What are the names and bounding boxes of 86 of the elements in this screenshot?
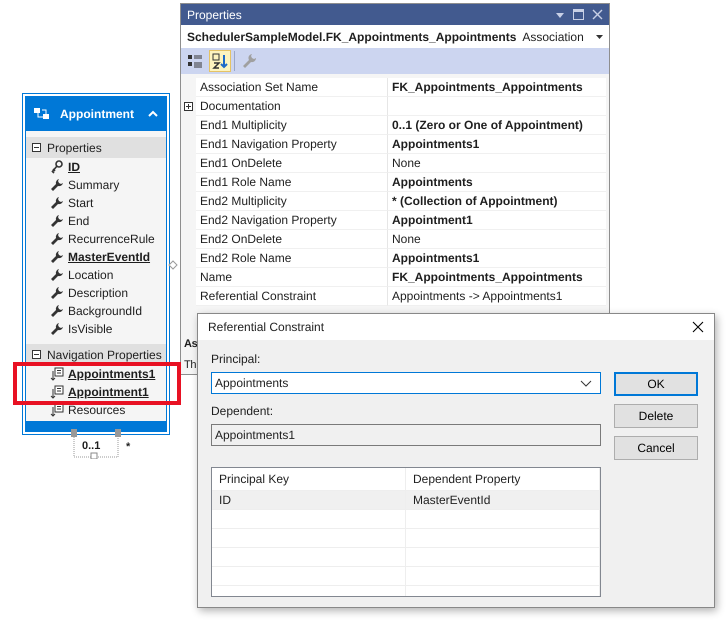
property-label: Name — [200, 269, 232, 286]
principal-dropdown[interactable]: Appointments — [211, 372, 601, 394]
navigation-property-icon — [50, 385, 64, 399]
property-label: End1 OnDelete — [200, 155, 282, 172]
property-name[interactable]: End — [68, 212, 90, 230]
property-label: End1 Navigation Property — [200, 136, 337, 153]
wrench-icon — [50, 250, 64, 264]
property-name[interactable]: IsVisible — [68, 320, 112, 338]
dialog-title: Referential Constraint — [208, 319, 324, 336]
object-selector[interactable]: SchedulerSampleModel.FK_Appointments_Appointments Association — [181, 25, 609, 48]
wrench-icon — [50, 214, 64, 228]
empty-table-cell[interactable] — [212, 567, 406, 586]
table-cell-text: ID — [219, 492, 231, 509]
empty-table-cell[interactable] — [406, 529, 600, 548]
property-label: Association Set Name — [200, 79, 318, 96]
dialog-button[interactable]: Cancel — [614, 436, 698, 460]
property-label: Documentation — [200, 98, 281, 115]
property-name[interactable]: Description — [68, 284, 128, 302]
field-label: Dependent: — [211, 403, 274, 420]
property-label: End1 Role Name — [200, 174, 292, 191]
collapse-box-icon[interactable] — [32, 143, 41, 152]
wrench-icon — [50, 286, 64, 300]
wrench-icon — [50, 178, 64, 192]
property-label: End2 OnDelete — [200, 231, 282, 248]
property-name[interactable]: ID — [68, 158, 80, 176]
mapping-table[interactable]: Principal Key Dependent Property ID MasterEventId — [211, 467, 601, 597]
property-name[interactable]: Start — [68, 194, 94, 212]
property-value[interactable]: None — [392, 154, 421, 172]
object-name: SchedulerSampleModel.FK_Appointments_Appointments — [187, 28, 516, 46]
property-name[interactable]: Appointment1 — [68, 383, 149, 401]
empty-table-cell[interactable] — [212, 510, 406, 529]
property-name[interactable]: RecurrenceRule — [68, 230, 155, 248]
dropdown-icon[interactable] — [596, 34, 603, 38]
wrench-icon — [50, 268, 64, 282]
table-row[interactable]: ID MasterEventId — [212, 491, 600, 510]
description-title: As — [184, 337, 198, 352]
collapse-box-icon[interactable] — [32, 350, 41, 359]
sort-alphabetical-icon[interactable] — [212, 53, 228, 69]
entity-box[interactable]: Appointment Properties ID Summary Start End RecurrenceRule MasterEventId Location Description BackgroundId IsVisible Navigation Properties Appointments1 Appointment1 Resources — [22, 93, 170, 435]
entity-icon — [34, 107, 50, 121]
dependent-field[interactable]: Appointments1 — [211, 424, 601, 446]
key-icon — [50, 160, 64, 174]
close-icon[interactable] — [692, 321, 704, 333]
property-label: End2 Multiplicity — [200, 193, 287, 210]
navigation-property-icon — [50, 403, 64, 417]
wrench-icon — [50, 232, 64, 246]
property-label: End1 Multiplicity — [200, 117, 287, 134]
property-value[interactable]: None — [392, 230, 421, 248]
section-title: Properties — [47, 140, 102, 156]
property-label: End2 Navigation Property — [200, 212, 337, 229]
navigation-property-icon — [50, 367, 64, 381]
empty-table-cell[interactable] — [406, 567, 600, 586]
chevron-down-icon — [580, 380, 592, 386]
field-label: Principal: — [211, 351, 260, 368]
empty-table-cell[interactable] — [406, 548, 600, 567]
description-text: Th — [184, 358, 196, 372]
property-name[interactable]: Resources — [68, 401, 126, 419]
section-header[interactable]: Properties — [26, 137, 166, 158]
connector-diamond-icon — [168, 260, 178, 270]
property-label: End2 Role Name — [200, 250, 292, 267]
property-name[interactable]: MasterEventId — [68, 248, 150, 266]
categorized-icon[interactable] — [187, 53, 203, 69]
multiplicity-label: * — [126, 440, 130, 455]
entity-title: Appointment — [60, 106, 134, 123]
wrench-icon — [50, 322, 64, 336]
property-name[interactable]: Summary — [68, 176, 120, 194]
window-title: Properties — [187, 6, 242, 24]
property-name[interactable]: Appointments1 — [68, 365, 156, 383]
wrench-icon — [50, 304, 64, 318]
table-cell-text: MasterEventId — [413, 492, 490, 509]
entity-header[interactable]: Appointment — [26, 97, 166, 131]
object-type: Association — [522, 28, 584, 46]
expand-box-icon[interactable] — [184, 102, 193, 111]
property-name[interactable]: Location — [68, 266, 114, 284]
empty-table-cell[interactable] — [406, 510, 600, 529]
property-name[interactable]: BackgroundId — [68, 302, 142, 320]
property-label: Referential Constraint — [200, 288, 316, 305]
dialog-button[interactable]: Delete — [614, 404, 698, 428]
multiplicity-label: 0..1 — [82, 439, 100, 454]
dialog-button[interactable]: OK — [614, 372, 698, 396]
collapse-icon[interactable] — [148, 110, 158, 118]
maximize-icon[interactable] — [573, 9, 584, 20]
empty-table-cell[interactable] — [212, 548, 406, 567]
wrench-icon — [50, 196, 64, 210]
empty-table-cell[interactable] — [212, 529, 406, 548]
section-title: Navigation Properties — [47, 346, 162, 364]
